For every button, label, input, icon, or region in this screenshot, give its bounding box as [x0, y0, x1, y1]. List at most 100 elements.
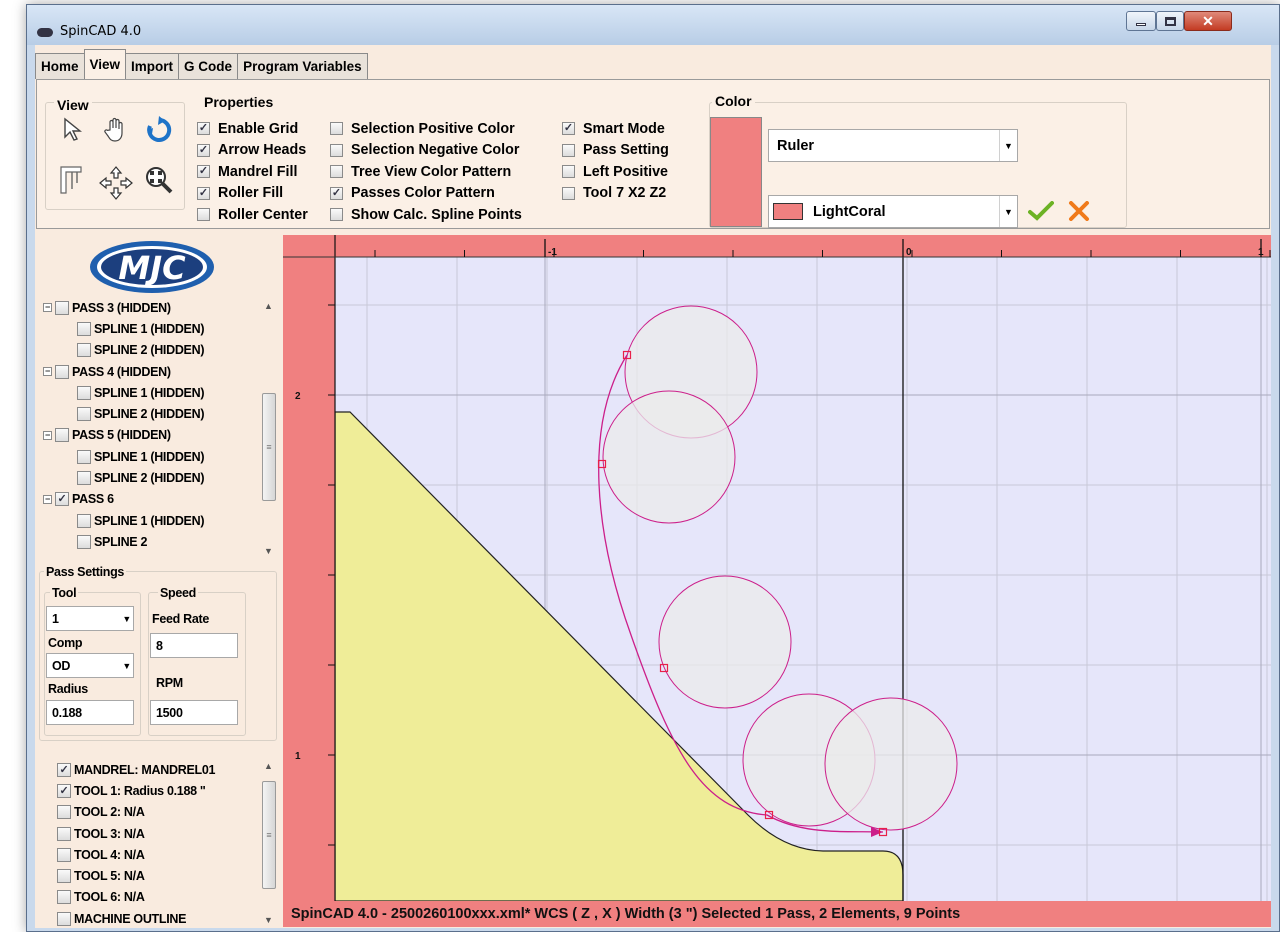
collapse-icon[interactable]: −: [43, 367, 52, 377]
tree-item[interactable]: − ✓ PASS 6: [43, 489, 114, 510]
tree-checkbox[interactable]: ✓: [57, 783, 71, 798]
minimize-button[interactable]: [1126, 11, 1156, 31]
tree-checkbox[interactable]: [77, 385, 91, 400]
tree-checkbox[interactable]: [57, 890, 71, 905]
checkbox-show-calc-spline-points[interactable]: Show Calc. Spline Points: [330, 204, 522, 226]
tree-checkbox[interactable]: ✓: [55, 492, 69, 507]
checkbox-tree-view-color-pattern[interactable]: Tree View Color Pattern: [330, 161, 522, 183]
scroll-thumb[interactable]: ≡: [262, 393, 276, 501]
tree-checkbox[interactable]: [77, 449, 91, 464]
tree-item[interactable]: − PASS 4 (HIDDEN): [43, 361, 171, 382]
tree-checkbox[interactable]: [57, 847, 71, 862]
close-button[interactable]: ✕: [1184, 11, 1232, 31]
cancel-x-icon[interactable]: [1068, 201, 1090, 224]
checkbox-box[interactable]: ✓: [197, 165, 210, 179]
tree-checkbox[interactable]: [77, 343, 91, 358]
chevron-down-icon[interactable]: ▼: [999, 196, 1017, 227]
checkbox-box[interactable]: ✓: [197, 143, 210, 157]
checkbox-pass-setting[interactable]: Pass Setting: [562, 140, 669, 162]
checkbox-box[interactable]: [562, 186, 575, 200]
tool-select[interactable]: 1 ▼: [46, 606, 134, 631]
checkbox-box[interactable]: ✓: [197, 122, 210, 136]
checkbox-tool-7-x2-z2[interactable]: Tool 7 X2 Z2: [562, 183, 669, 205]
checkbox-smart-mode[interactable]: ✓ Smart Mode: [562, 118, 669, 140]
apply-checkmark-icon[interactable]: [1028, 201, 1054, 224]
tree-checkbox[interactable]: [57, 911, 71, 926]
tree-checkbox[interactable]: [57, 869, 71, 884]
tool-tree-scrollbar[interactable]: ▲ ≡ ▼: [260, 757, 277, 928]
scroll-down-icon[interactable]: ▼: [260, 911, 277, 928]
caliper-icon[interactable]: [56, 165, 86, 195]
scroll-down-icon[interactable]: ▼: [260, 542, 277, 559]
checkbox-selection-positive-color[interactable]: Selection Positive Color: [330, 118, 522, 140]
tree-item[interactable]: TOOL 3: N/A: [57, 823, 145, 844]
checkbox-arrow-heads[interactable]: ✓ Arrow Heads: [197, 140, 308, 162]
collapse-icon[interactable]: −: [43, 494, 52, 504]
tree-checkbox[interactable]: [55, 364, 69, 379]
checkbox-box[interactable]: ✓: [197, 186, 210, 200]
tree-item[interactable]: SPLINE 1 (HIDDEN): [77, 318, 205, 339]
chevron-down-icon[interactable]: ▼: [999, 130, 1017, 161]
zoom-window-icon[interactable]: [144, 165, 174, 195]
rpm-input[interactable]: 1500: [150, 700, 238, 725]
tree-checkbox[interactable]: [77, 407, 91, 422]
tree-item[interactable]: SPLINE 2 (HIDDEN): [77, 404, 205, 425]
pass-tree-scrollbar[interactable]: ▲ ≡ ▼: [260, 297, 277, 559]
tree-item[interactable]: TOOL 2: N/A: [57, 802, 145, 823]
checkbox-box[interactable]: [197, 208, 210, 222]
zoom-extents-arrows-icon[interactable]: [98, 165, 134, 201]
tree-item[interactable]: − PASS 3 (HIDDEN): [43, 297, 171, 318]
radius-input[interactable]: 0.188: [46, 700, 134, 725]
checkbox-left-positive[interactable]: Left Positive: [562, 161, 669, 183]
comp-select[interactable]: OD ▼: [46, 653, 134, 678]
checkbox-box[interactable]: ✓: [330, 186, 343, 200]
tree-item[interactable]: TOOL 6: N/A: [57, 887, 145, 908]
tree-checkbox[interactable]: [77, 321, 91, 336]
tree-checkbox[interactable]: [77, 534, 91, 549]
checkbox-box[interactable]: [330, 143, 343, 157]
chevron-down-icon[interactable]: ▼: [122, 614, 131, 624]
checkbox-box[interactable]: [330, 165, 343, 179]
checkbox-box[interactable]: [330, 122, 343, 136]
checkbox-enable-grid[interactable]: ✓ Enable Grid: [197, 118, 308, 140]
tab-import[interactable]: Import: [125, 53, 180, 79]
tree-item[interactable]: SPLINE 2 (HIDDEN): [77, 467, 205, 488]
checkbox-selection-negative-color[interactable]: Selection Negative Color: [330, 140, 522, 162]
tab-home[interactable]: Home: [35, 53, 85, 79]
collapse-icon[interactable]: −: [43, 430, 52, 440]
scroll-thumb[interactable]: ≡: [262, 781, 276, 889]
tree-item[interactable]: − PASS 5 (HIDDEN): [43, 425, 171, 446]
scroll-up-icon[interactable]: ▲: [260, 757, 277, 774]
chevron-down-icon[interactable]: ▼: [122, 661, 131, 671]
checkbox-box[interactable]: [562, 165, 575, 179]
cad-drawing[interactable]: -1 0 1 2 1: [283, 235, 1271, 902]
tree-item[interactable]: TOOL 4: N/A: [57, 844, 145, 865]
scroll-up-icon[interactable]: ▲: [260, 297, 277, 314]
tree-checkbox[interactable]: ✓: [57, 762, 71, 777]
tab-program-variables[interactable]: Program Variables: [237, 53, 368, 79]
tree-checkbox[interactable]: [57, 805, 71, 820]
checkbox-passes-color-pattern[interactable]: ✓ Passes Color Pattern: [330, 183, 522, 205]
tab-g-code[interactable]: G Code: [178, 53, 239, 79]
tree-item[interactable]: SPLINE 1 (HIDDEN): [77, 382, 205, 403]
tree-item[interactable]: MACHINE OUTLINE: [57, 908, 186, 928]
title-bar[interactable]: SpinCAD 4.0 ✕: [27, 5, 1279, 45]
drawing-canvas[interactable]: -1 0 1 2 1 SpinCAD 4.0 - 2500260100xxx.xml* …: [283, 235, 1271, 927]
refresh-icon[interactable]: [144, 115, 174, 145]
tree-checkbox[interactable]: [55, 300, 69, 315]
tree-checkbox[interactable]: [77, 513, 91, 528]
tree-checkbox[interactable]: [55, 428, 69, 443]
tool-tree[interactable]: ▲ ≡ ▼ ✓ MANDREL: MANDREL01 ✓ TOOL 1: Radius…: [41, 757, 277, 928]
tree-item[interactable]: SPLINE 1 (HIDDEN): [77, 510, 205, 531]
checkbox-roller-center[interactable]: Roller Center: [197, 204, 308, 226]
pan-hand-icon[interactable]: [100, 115, 130, 145]
tree-checkbox[interactable]: [57, 826, 71, 841]
tree-item[interactable]: ✓ MANDREL: MANDREL01: [57, 759, 215, 780]
tree-item[interactable]: SPLINE 2 (HIDDEN): [77, 340, 205, 361]
tree-item[interactable]: SPLINE 2: [77, 531, 147, 552]
color-name-select[interactable]: LightCoral ▼: [768, 195, 1018, 228]
checkbox-roller-fill[interactable]: ✓ Roller Fill: [197, 183, 308, 205]
checkbox-box[interactable]: ✓: [562, 122, 575, 136]
maximize-button[interactable]: [1156, 11, 1184, 31]
feed-rate-input[interactable]: 8: [150, 633, 238, 658]
